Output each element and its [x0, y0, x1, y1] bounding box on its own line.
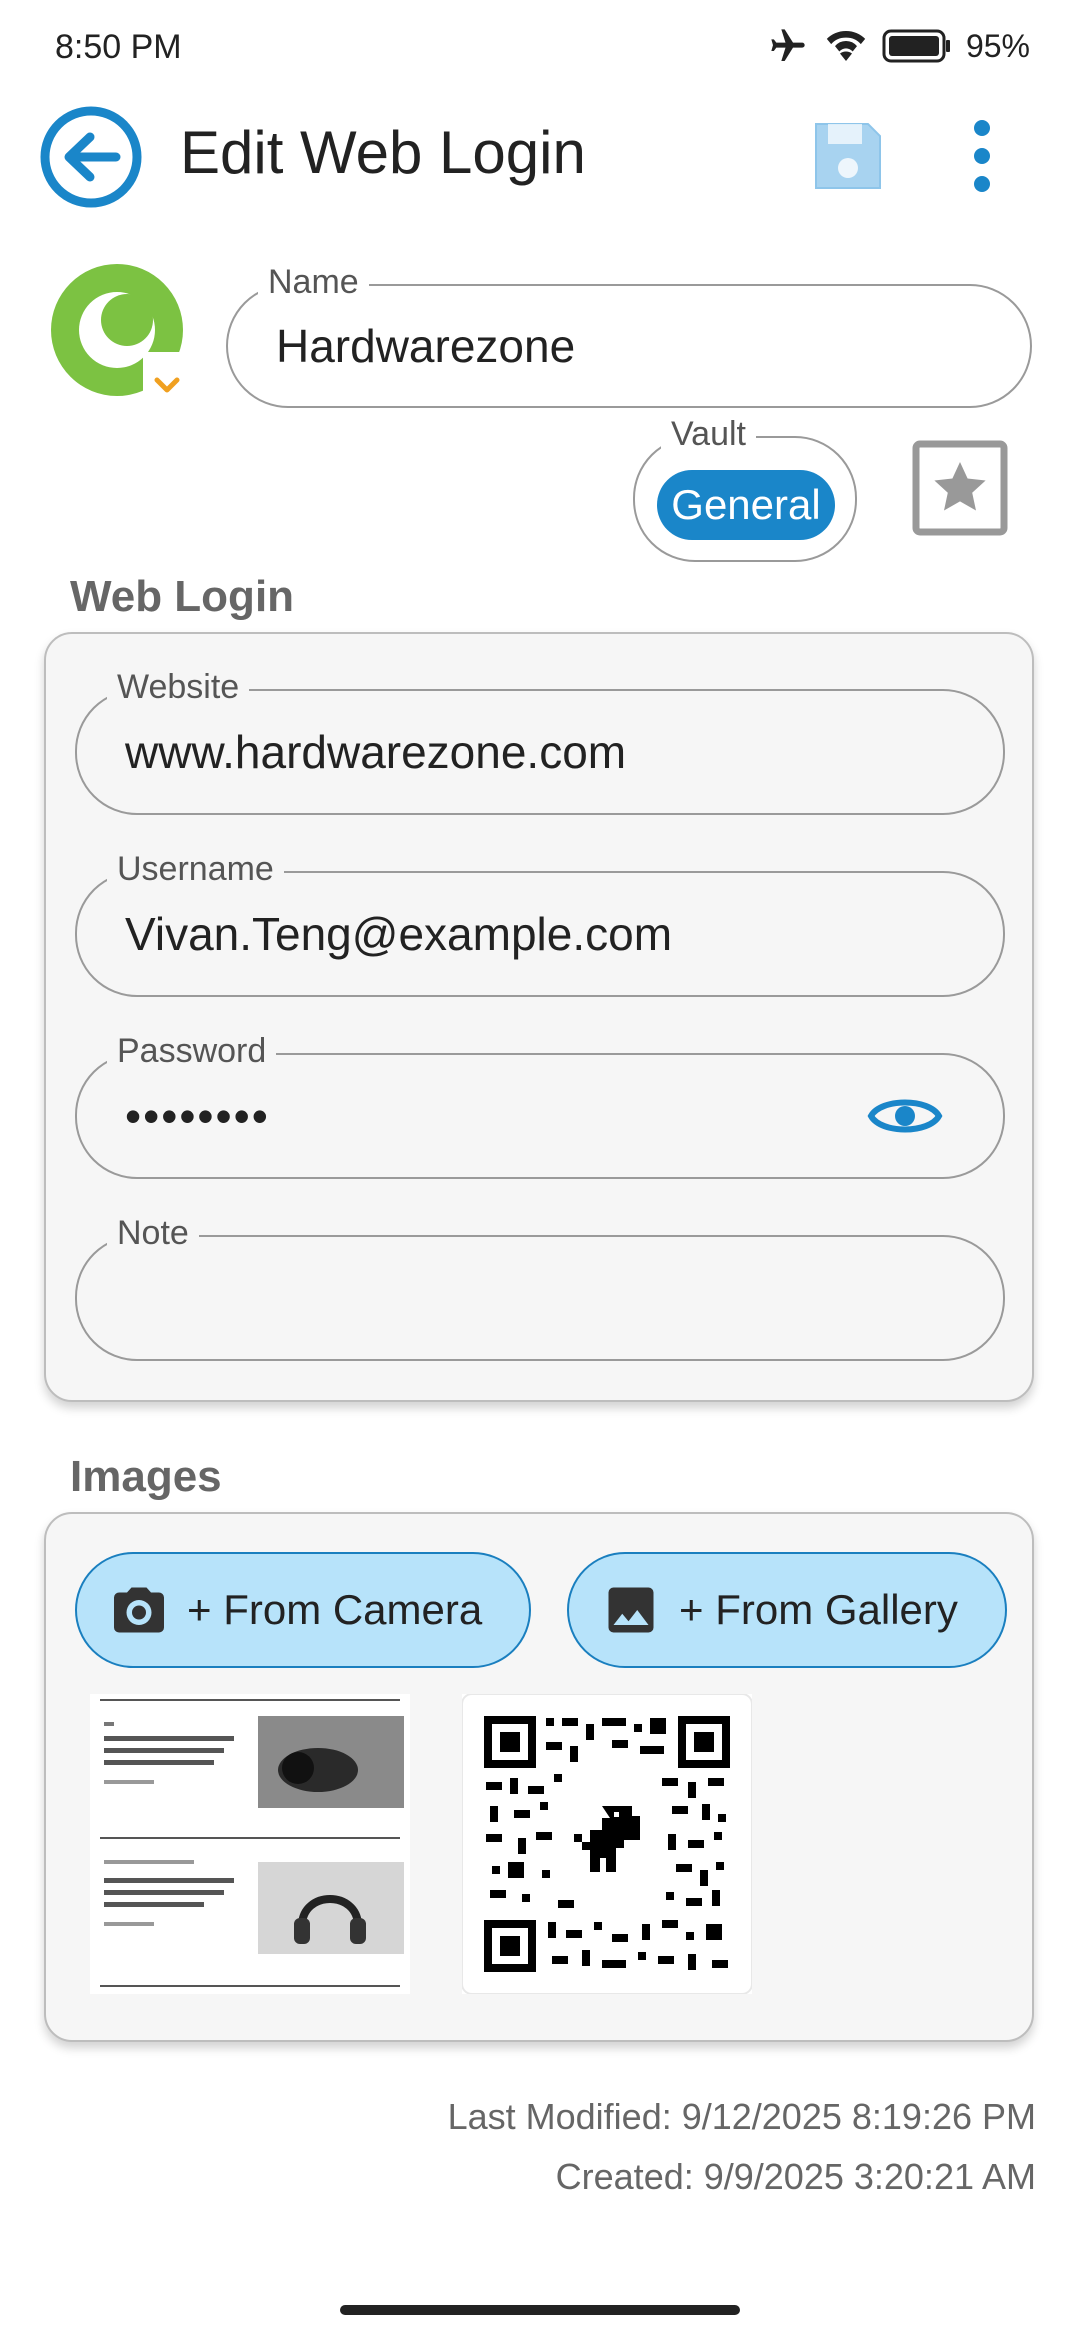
article-screenshot-image [90, 1694, 410, 1994]
vault-label: Vault [661, 414, 756, 454]
name-value: Hardwarezone [276, 320, 576, 372]
images-section-title: Images [70, 1452, 222, 1501]
gallery-icon [608, 1587, 654, 1633]
show-password-button[interactable] [867, 1090, 943, 1142]
image-thumbnail-article[interactable] [90, 1694, 410, 1994]
back-button[interactable] [38, 104, 144, 210]
password-field[interactable]: Password •••••••• [75, 1031, 1005, 1179]
wifi-icon [826, 31, 866, 61]
note-label: Note [107, 1213, 199, 1253]
vault-chip[interactable]: General [657, 470, 835, 540]
username-field[interactable]: Username Vivan.Teng@example.com [75, 849, 1005, 997]
username-label: Username [107, 849, 284, 889]
save-disk-icon [815, 123, 881, 189]
website-label: Website [107, 667, 250, 707]
entry-icon-picker[interactable] [45, 262, 195, 412]
favorite-toggle[interactable] [912, 440, 1008, 536]
created-text: Created: 9/9/2025 3:20:21 AM [555, 2156, 1036, 2197]
note-field[interactable]: Note [75, 1213, 1005, 1361]
from-camera-button[interactable]: + From Camera [75, 1552, 531, 1668]
password-value: •••••••• [125, 1090, 270, 1142]
more-options-button[interactable] [960, 116, 1004, 196]
more-vert-icon [974, 120, 990, 192]
name-field[interactable]: Name Hardwarezone [226, 262, 1032, 408]
home-indicator[interactable] [340, 2305, 740, 2315]
star-icon [912, 440, 1008, 536]
status-bar: 8:50 PM 95% [0, 0, 1080, 100]
website-value: www.hardwarezone.com [125, 726, 627, 778]
from-gallery-label: + From Gallery [679, 1586, 958, 1633]
last-modified-text: Last Modified: 9/12/2025 8:19:26 PM [447, 2096, 1036, 2137]
page-title: Edit Web Login [180, 119, 586, 186]
password-label: Password [107, 1031, 277, 1071]
name-label: Name [258, 262, 369, 302]
eye-icon [867, 1099, 943, 1133]
status-icons: 95% [766, 26, 1030, 66]
username-value: Vivan.Teng@example.com [125, 908, 673, 960]
image-thumbnail-qr[interactable] [461, 1693, 753, 1995]
hardwarezone-logo-icon [51, 264, 183, 396]
from-gallery-button[interactable]: + From Gallery [567, 1552, 1007, 1668]
web-login-card: Website www.hardwarezone.com Username Vi… [44, 632, 1034, 1402]
camera-icon [114, 1587, 164, 1633]
airplane-icon [771, 29, 805, 61]
vault-field[interactable]: Vault General [633, 414, 857, 562]
from-camera-label: + From Camera [187, 1586, 483, 1633]
qr-code-image [461, 1693, 753, 1995]
battery-percent: 95% [965, 27, 1030, 64]
battery-icon [882, 29, 950, 63]
save-button[interactable] [810, 118, 886, 194]
web-login-section-title: Web Login [70, 572, 295, 621]
website-field[interactable]: Website www.hardwarezone.com [75, 667, 1005, 815]
back-arrow-icon [40, 106, 142, 208]
status-time: 8:50 PM [55, 28, 182, 66]
images-card: + From Camera + From Gallery [44, 1512, 1034, 2042]
